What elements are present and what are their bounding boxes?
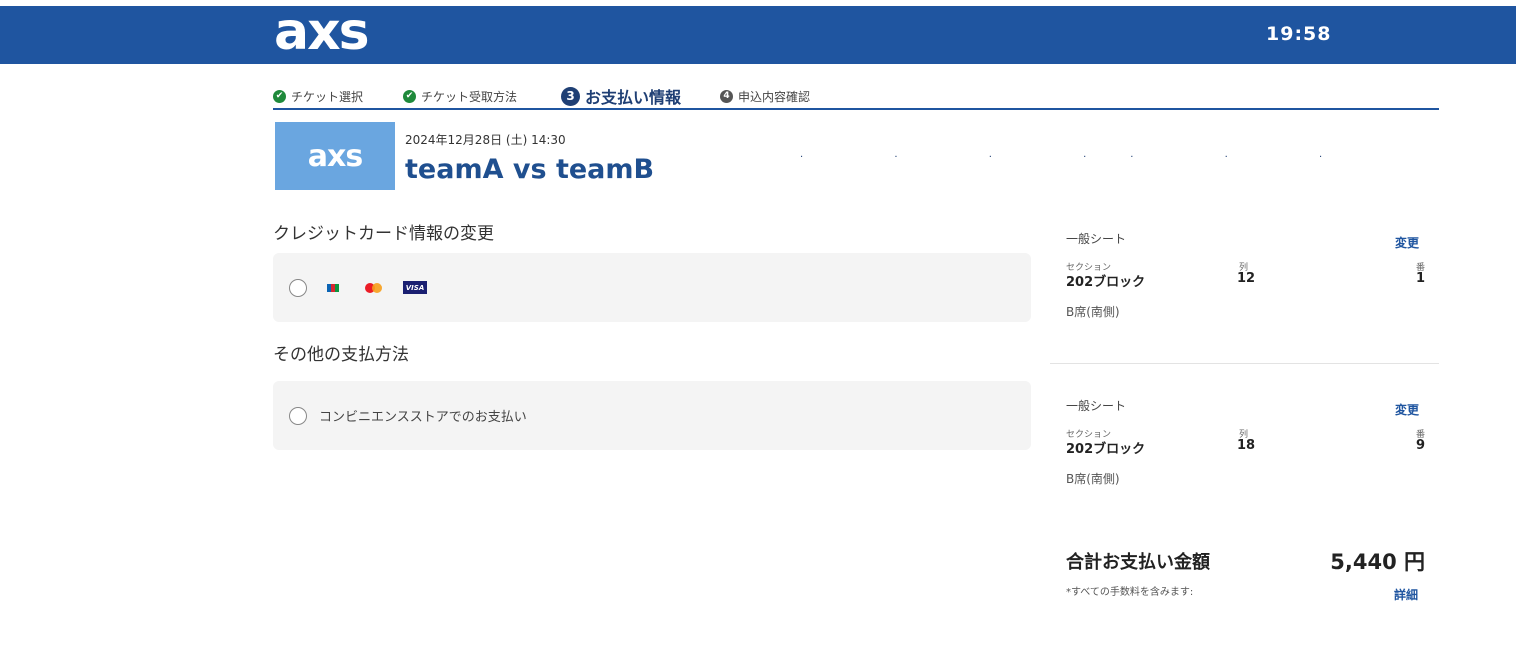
change-link[interactable]: 変更 — [1395, 401, 1419, 418]
step-payment-info: 3 お支払い情報 — [561, 84, 681, 108]
row-value: 12 — [1237, 271, 1256, 286]
visa-icon: VISA — [403, 281, 427, 294]
credit-card-section-title: クレジットカード情報の変更 — [273, 224, 494, 244]
other-payment-section-title: その他の支払方法 — [273, 345, 409, 365]
step-label: チケット受取方法 — [421, 89, 518, 104]
check-icon: ✔ — [273, 89, 286, 103]
countdown-timer: 19:58 — [1266, 23, 1332, 45]
change-link[interactable]: 変更 — [1395, 234, 1419, 251]
step-ticket-selection[interactable]: ✔ チケット選択 — [273, 84, 363, 108]
decorative-dots: · · · ·· · · — [800, 152, 1367, 163]
section-value: 202ブロック — [1066, 275, 1146, 290]
row-value: 18 — [1237, 438, 1256, 453]
section-value: 202ブロック — [1066, 442, 1146, 457]
event-date: 2024年12月28日 (土) 14:30 — [405, 133, 566, 147]
top-header: axs 19:58 — [0, 2, 1516, 64]
event-logo: axs — [275, 122, 395, 190]
ticket-type: 一般シート — [1066, 232, 1127, 246]
checkout-steps: ✔ チケット選択 ✔ チケット受取方法 3 お支払い情報 4 申込内容確認 — [273, 84, 1439, 110]
step-label: 申込内容確認 — [738, 89, 811, 104]
convenience-store-radio[interactable] — [289, 406, 307, 425]
convenience-store-option[interactable]: コンビニエンスストアでのお支払い — [273, 381, 1031, 450]
total-label: 合計お支払い金額 — [1066, 552, 1210, 573]
total-amount: 5,440 円 — [1330, 550, 1425, 574]
seat-area: B席(南側) — [1066, 472, 1120, 486]
ticket-type: 一般シート — [1066, 399, 1127, 413]
step-number-badge: 3 — [561, 86, 580, 106]
seat-value: 1 — [1415, 271, 1425, 286]
mastercard-icon — [365, 282, 385, 294]
credit-card-option[interactable]: VISA — [273, 253, 1031, 322]
axs-logo[interactable]: axs — [274, 0, 370, 64]
step-confirmation: 4 申込内容確認 — [720, 84, 810, 108]
detail-link[interactable]: 詳細 — [1394, 586, 1418, 603]
jcb-icon — [327, 283, 339, 292]
check-icon: ✔ — [403, 89, 416, 103]
divider — [1050, 363, 1439, 364]
step-label: お支払い情報 — [585, 88, 682, 107]
step-label: チケット選択 — [291, 89, 364, 104]
step-number-badge: 4 — [720, 89, 733, 103]
convenience-store-label: コンビニエンスストアでのお支払い — [319, 410, 527, 425]
step-ticket-delivery[interactable]: ✔ チケット受取方法 — [403, 84, 517, 108]
credit-card-radio[interactable] — [289, 278, 307, 297]
fee-note: *すべての手数料を含みます: — [1066, 587, 1194, 598]
event-title: teamA vs teamB — [405, 154, 655, 185]
seat-value: 9 — [1415, 438, 1425, 453]
seat-area: B席(南側) — [1066, 305, 1120, 319]
